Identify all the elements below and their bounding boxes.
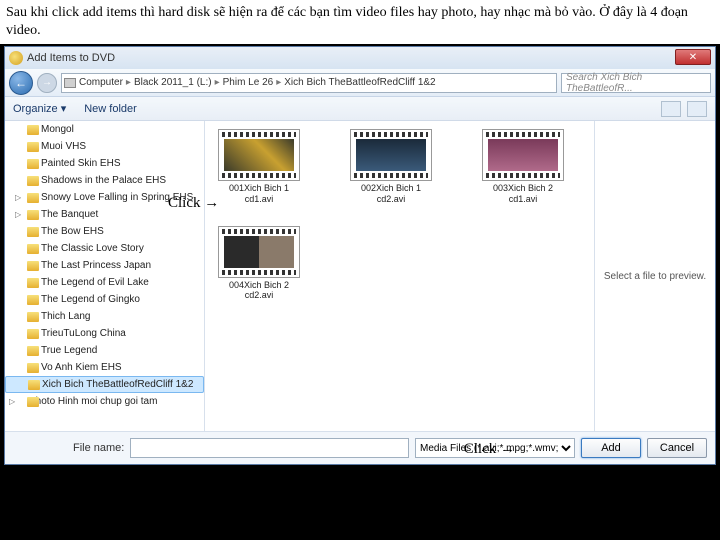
filename-label: File name: — [73, 442, 124, 454]
filename-input[interactable] — [130, 438, 409, 458]
file-tile[interactable]: 002Xich Bich 1cd2.avi — [345, 129, 437, 204]
sidebar-item[interactable]: Painted Skin EHS — [5, 155, 204, 172]
file-list[interactable]: 001Xich Bich 1cd1.avi 002Xich Bich 1cd2.a… — [205, 121, 595, 431]
file-label: 004Xich Bich 2cd2.avi — [229, 280, 289, 301]
sidebar-item[interactable]: TrieuTuLong China — [5, 325, 204, 342]
breadcrumb[interactable]: Computer▸ Black 2011_1 (L:)▸ Phim Le 26▸… — [61, 73, 557, 93]
sidebar-item[interactable]: ▷Snowy Love Falling in Spring EHS — [5, 189, 204, 206]
crumb[interactable]: Computer — [79, 77, 123, 88]
sidebar-item[interactable]: Mongol — [5, 121, 204, 138]
file-tile[interactable]: 001Xich Bich 1cd1.avi — [213, 129, 305, 204]
help-button[interactable] — [687, 101, 707, 117]
sidebar-item[interactable]: The Legend of Evil Lake — [5, 274, 204, 291]
dialog-body: MongolMuoi VHSPainted Skin EHSShadows in… — [5, 121, 715, 431]
sidebar-item[interactable]: ▷Photo Hinh moi chup goi tam — [5, 393, 204, 410]
crumb[interactable]: Black 2011_1 (L:) — [134, 77, 212, 88]
file-tile[interactable]: 004Xich Bich 2cd2.avi — [213, 226, 305, 301]
sidebar-item[interactable]: True Legend — [5, 342, 204, 359]
app-icon — [9, 51, 23, 65]
forward-button[interactable]: → — [37, 73, 57, 93]
cancel-button[interactable]: Cancel — [647, 438, 707, 458]
folder-tree[interactable]: MongolMuoi VHSPainted Skin EHSShadows in… — [5, 121, 205, 431]
nav-bar: ← → Computer▸ Black 2011_1 (L:)▸ Phim Le… — [5, 69, 715, 97]
file-label: 001Xich Bich 1cd1.avi — [229, 183, 289, 204]
crumb[interactable]: Xich Bich TheBattleofRedCliff 1&2 — [284, 77, 435, 88]
toolbar: Organize ▾ New folder — [5, 97, 715, 121]
add-button[interactable]: Add — [581, 438, 641, 458]
view-button[interactable] — [661, 101, 681, 117]
sidebar-item[interactable]: Shadows in the Palace EHS — [5, 172, 204, 189]
sidebar-item[interactable]: ▷The Banquet — [5, 206, 204, 223]
organize-button[interactable]: Organize ▾ — [13, 102, 66, 115]
sidebar-item[interactable]: The Classic Love Story — [5, 240, 204, 257]
sidebar-item[interactable]: The Last Princess Japan — [5, 257, 204, 274]
instruction-text: Sau khi click add items thì hard disk sẽ… — [0, 0, 720, 44]
sidebar-item[interactable]: The Legend of Gingko — [5, 291, 204, 308]
back-button[interactable]: ← — [9, 71, 33, 95]
filetype-select[interactable]: Media Files (*.avi;*.mpg;*.wmv;*...) — [415, 438, 575, 458]
sidebar-item[interactable]: Muoi VHS — [5, 138, 204, 155]
newfolder-button[interactable]: New folder — [84, 103, 137, 115]
titlebar: Add Items to DVD ✕ — [5, 47, 715, 69]
crumb[interactable]: Phim Le 26 — [223, 77, 274, 88]
sidebar-item[interactable]: Vo Anh Kiem EHS — [5, 359, 204, 376]
sidebar-item[interactable]: The Bow EHS — [5, 223, 204, 240]
close-button[interactable]: ✕ — [675, 49, 711, 65]
sidebar-item[interactable]: Xich Bich TheBattleofRedCliff 1&2 — [5, 376, 204, 393]
file-label: 002Xich Bich 1cd2.avi — [361, 183, 421, 204]
file-tile[interactable]: 003Xich Bich 2cd1.avi — [477, 129, 569, 204]
dialog-title: Add Items to DVD — [27, 52, 115, 64]
dialog-footer: File name: Media Files (*.avi;*.mpg;*.wm… — [5, 431, 715, 464]
search-input[interactable]: Search Xich Bich TheBattleofR... — [561, 73, 711, 93]
file-dialog: Add Items to DVD ✕ ← → Computer▸ Black 2… — [4, 46, 716, 465]
sidebar-item[interactable]: Thich Lang — [5, 308, 204, 325]
preview-pane: Select a file to preview. — [595, 121, 715, 431]
drive-icon — [64, 78, 76, 88]
file-label: 003Xich Bich 2cd1.avi — [493, 183, 553, 204]
